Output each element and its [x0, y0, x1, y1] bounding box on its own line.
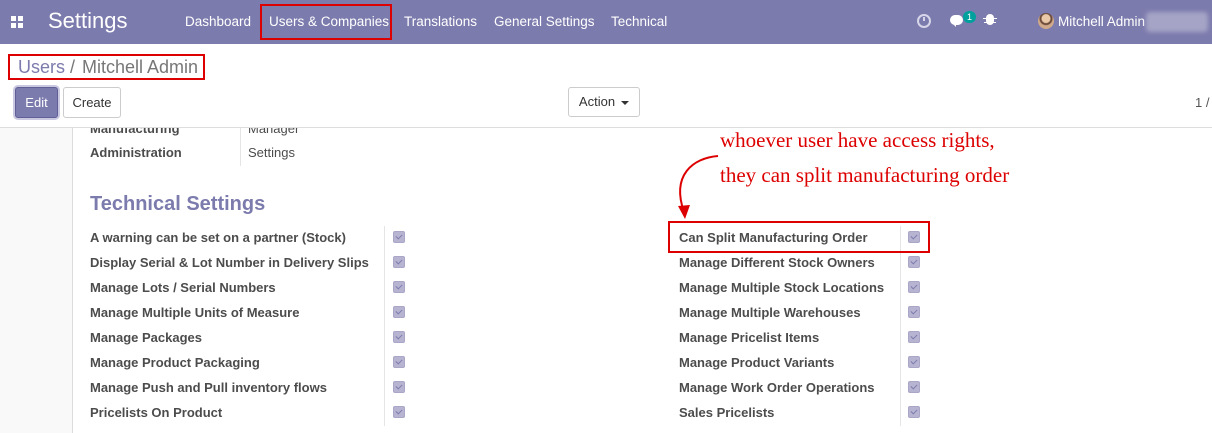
field-value-administration[interactable]: Settings: [248, 145, 295, 160]
setting-checkbox[interactable]: [393, 331, 405, 343]
field-value-manufacturing[interactable]: Manager: [248, 128, 299, 136]
action-label: Action: [578, 94, 616, 109]
setting-label: A warning can be set on a partner (Stock…: [90, 230, 346, 245]
field-label-manufacturing: Manufacturing: [90, 128, 180, 136]
action-button[interactable]: Action: [568, 87, 640, 117]
divider: [240, 128, 241, 166]
setting-checkbox[interactable]: [393, 231, 405, 243]
setting-checkbox[interactable]: [908, 406, 920, 418]
menu-highlight-box: [260, 4, 392, 40]
control-panel: Users / Mitchell Admin Edit Create Actio…: [0, 44, 1212, 128]
setting-label: Manage Multiple Units of Measure: [90, 305, 300, 320]
setting-label: Manage Different Stock Owners: [679, 255, 875, 270]
top-navbar: Settings Dashboard Users & Companies Tra…: [0, 0, 1212, 44]
menu-technical[interactable]: Technical: [611, 14, 667, 29]
setting-label: Manage Product Variants: [679, 355, 835, 370]
setting-checkbox[interactable]: [908, 256, 920, 268]
setting-checkbox[interactable]: [393, 356, 405, 368]
section-title-technical-settings: Technical Settings: [90, 193, 266, 215]
create-button[interactable]: Create: [63, 87, 121, 118]
blurred-database-name: [1146, 12, 1208, 32]
avatar[interactable]: [1038, 13, 1054, 29]
setting-checkbox[interactable]: [393, 281, 405, 293]
form-sheet: Manufacturing Manager Administration Set…: [72, 128, 1212, 433]
clock-icon[interactable]: [917, 14, 931, 28]
setting-label: Manage Push and Pull inventory flows: [90, 380, 327, 395]
setting-checkbox[interactable]: [393, 381, 405, 393]
chat-badge: 1: [963, 11, 977, 23]
setting-checkbox[interactable]: [908, 381, 920, 393]
breadcrumb-current: Mitchell Admin: [82, 57, 199, 77]
breadcrumb-separator: /: [70, 57, 76, 77]
divider: [384, 226, 385, 426]
annotation-line-1: whoever user have access rights,: [720, 128, 995, 152]
breadcrumb-users[interactable]: Users: [18, 57, 65, 78]
caret-down-icon: [621, 100, 630, 105]
setting-label: Manage Multiple Warehouses: [679, 305, 861, 320]
setting-checkbox[interactable]: [908, 331, 920, 343]
apps-grid-icon[interactable]: [11, 16, 23, 28]
divider: [900, 226, 901, 426]
setting-label: Manage Product Packaging: [90, 355, 260, 370]
app-title: Settings: [48, 8, 128, 33]
menu-translations[interactable]: Translations: [404, 14, 477, 29]
annotation-line-2: they can split manufacturing order: [720, 163, 1010, 187]
setting-checkbox[interactable]: [908, 356, 920, 368]
form-content: Manufacturing Manager Administration Set…: [0, 128, 1212, 433]
field-label-administration: Administration: [90, 145, 182, 160]
setting-label: Manage Packages: [90, 330, 203, 345]
setting-label: Manage Multiple Stock Locations: [679, 280, 885, 295]
setting-checkbox[interactable]: [393, 256, 405, 268]
setting-checkbox[interactable]: [908, 281, 920, 293]
pager: 1 /: [1195, 95, 1210, 110]
menu-general-settings[interactable]: General Settings: [494, 14, 595, 29]
highlight-box-can-split: [668, 221, 930, 253]
setting-checkbox[interactable]: [393, 306, 405, 318]
setting-label: Sales Pricelists: [679, 405, 775, 420]
menu-dashboard[interactable]: Dashboard: [185, 14, 251, 29]
annotation-arrow-icon: [678, 155, 719, 219]
setting-label: Display Serial & Lot Number in Delivery …: [90, 255, 369, 270]
bug-icon[interactable]: [983, 14, 997, 25]
setting-label: Manage Work Order Operations: [679, 380, 875, 395]
user-menu[interactable]: Mitchell Admin: [1058, 14, 1145, 29]
setting-checkbox[interactable]: [908, 306, 920, 318]
setting-label: Manage Pricelist Items: [679, 330, 820, 345]
setting-checkbox[interactable]: [393, 406, 405, 418]
breadcrumb: Users / Mitchell Admin: [8, 54, 205, 80]
setting-label: Manage Lots / Serial Numbers: [90, 280, 276, 295]
chat-icon[interactable]: [950, 15, 963, 27]
setting-label: Pricelists On Product: [90, 405, 223, 420]
edit-button[interactable]: Edit: [15, 87, 58, 118]
